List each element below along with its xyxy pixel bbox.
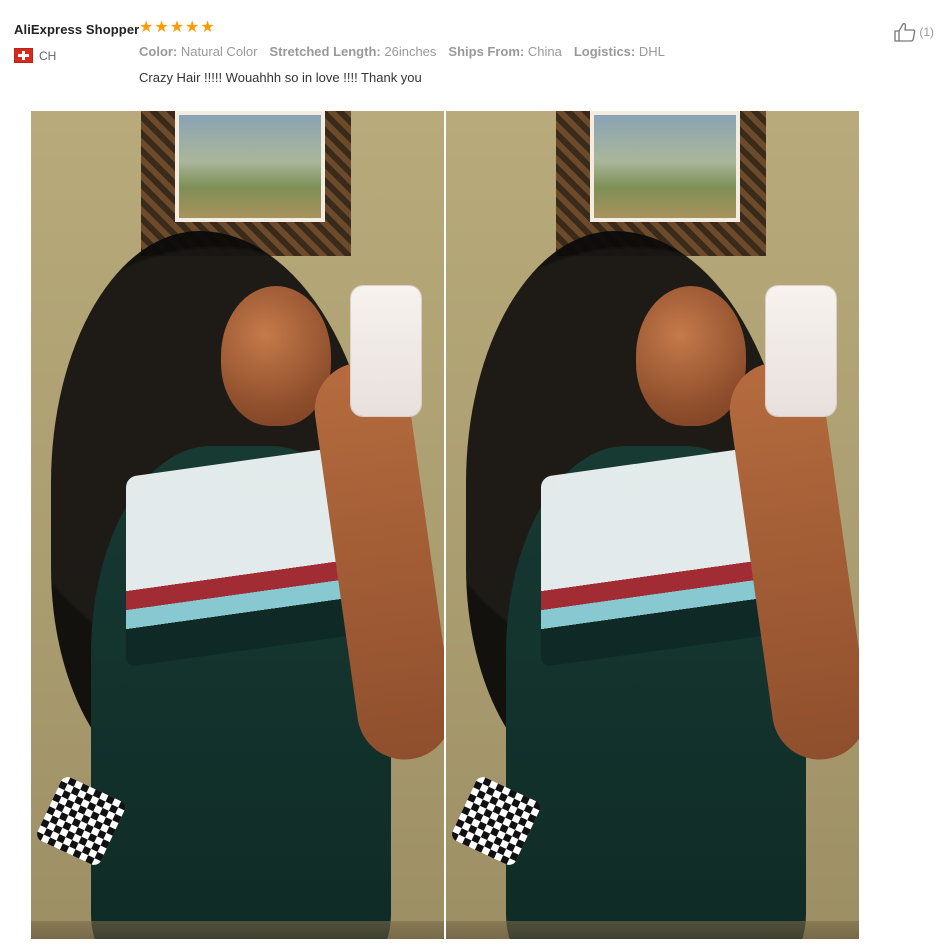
outfit-stripes xyxy=(541,444,771,668)
phone-shape xyxy=(766,286,836,416)
switzerland-flag-icon xyxy=(14,48,33,63)
outfit-stripes xyxy=(126,444,356,668)
star-icon: ★ xyxy=(185,19,200,36)
country-code: CH xyxy=(39,48,57,63)
attr-logistics: Logistics: DHL xyxy=(574,44,665,59)
helpful-count: (1) xyxy=(919,25,934,39)
wall-painting xyxy=(175,111,325,222)
star-icon: ★ xyxy=(200,19,215,36)
attr-color: Color: Natural Color xyxy=(139,44,258,59)
star-icon: ★ xyxy=(154,19,169,36)
thumbs-up-icon xyxy=(893,22,917,42)
attr-key: Stretched Length: xyxy=(269,44,381,59)
attr-value: 26inches xyxy=(384,44,437,59)
attr-key: Logistics: xyxy=(573,44,636,59)
attr-value: DHL xyxy=(638,44,665,59)
product-attributes: Color: Natural Color Stretched Length: 2… xyxy=(139,44,665,59)
attr-value: Natural Color xyxy=(180,44,258,59)
star-icon: ★ xyxy=(139,19,154,36)
phone-shape xyxy=(351,286,421,416)
review-photo-2[interactable] xyxy=(446,111,859,939)
wall-painting xyxy=(590,111,740,222)
review-card: AliExpress Shopper CH ★ ★ ★ ★ ★ Color: N… xyxy=(0,0,950,950)
attr-ships-from: Ships From: China xyxy=(448,44,561,59)
helpful-button[interactable]: (1) xyxy=(893,22,934,42)
review-photos xyxy=(31,111,859,939)
attr-value: China xyxy=(527,44,562,59)
reviewer-country: CH xyxy=(14,48,56,63)
mirror-bottom-edge xyxy=(31,921,444,939)
review-text: Crazy Hair !!!!! Wouahhh so in love !!!!… xyxy=(139,70,422,85)
star-icon: ★ xyxy=(169,19,185,36)
attr-key: Color: xyxy=(139,44,178,59)
reviewer-name: AliExpress Shopper xyxy=(14,22,140,37)
attr-key: Ships From: xyxy=(448,44,525,59)
review-photo-1[interactable] xyxy=(31,111,444,939)
rating-stars: ★ ★ ★ ★ ★ xyxy=(139,20,215,36)
mirror-bottom-edge xyxy=(446,921,859,939)
attr-stretched-length: Stretched Length: 26inches xyxy=(270,44,437,59)
